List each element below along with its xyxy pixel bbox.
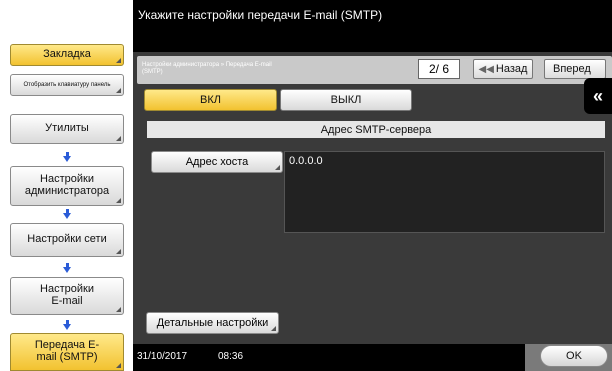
path-email-smtp-button[interactable]: Передача E-mail (SMTP): [10, 333, 124, 371]
detail-settings-label: Детальные настройки: [156, 317, 269, 329]
sidebar: Закладка Отобразить клавиатуру панель Ут…: [0, 0, 133, 371]
on-toggle-button[interactable]: ВКЛ: [144, 89, 277, 111]
down-arrow-icon: [63, 152, 71, 162]
path-network-settings-button[interactable]: Настройки сети: [10, 223, 124, 257]
on-label: ВКЛ: [200, 94, 221, 106]
show-keypad-label: Отобразить клавиатуру панель: [23, 81, 111, 88]
back-button[interactable]: ◀◀ Назад: [473, 59, 533, 79]
smtp-server-section-title: Адрес SMTP-сервера: [147, 121, 605, 138]
detail-settings-button[interactable]: Детальные настройки: [146, 312, 279, 334]
bookmark-label: Закладка: [43, 48, 91, 61]
path-network-settings-label: Настройки сети: [27, 233, 107, 246]
host-address-display: [284, 151, 605, 233]
down-arrow-icon: [63, 320, 71, 330]
down-arrow-icon: [63, 209, 71, 219]
path-email-smtp-label: Передача E-mail (SMTP): [34, 339, 100, 363]
down-arrow-icon: [63, 263, 71, 273]
host-address-button[interactable]: Адрес хоста: [151, 151, 283, 173]
breadcrumb: Настройки администратора » Передача E-ma…: [142, 62, 272, 75]
forward-button[interactable]: Вперед: [544, 59, 606, 79]
status-time: 08:36: [218, 351, 244, 362]
off-label: ВЫКЛ: [330, 94, 362, 106]
page-indicator: 2/ 6: [418, 59, 460, 79]
page-title: Укажите настройки передачи E-mail (SMTP): [138, 8, 383, 22]
off-toggle-button[interactable]: ВЫКЛ: [280, 89, 412, 111]
path-email-settings-label: Настройки E-mail: [40, 283, 94, 307]
path-admin-settings-label: Настройки администратора: [24, 173, 110, 197]
path-utilities-button[interactable]: Утилиты: [10, 114, 124, 144]
forward-label: Вперед: [553, 63, 591, 75]
bookmark-button[interactable]: Закладка: [10, 44, 124, 66]
show-keypad-button[interactable]: Отобразить клавиатуру панель: [10, 74, 124, 96]
status-date: 31/10/2017: [137, 351, 188, 362]
path-utilities-label: Утилиты: [45, 122, 89, 135]
ok-label: OK: [566, 350, 582, 362]
host-address-value: 0.0.0.0: [289, 155, 323, 167]
path-admin-settings-button[interactable]: Настройки администратора: [10, 166, 124, 206]
path-email-settings-button[interactable]: Настройки E-mail: [10, 277, 124, 315]
back-label: Назад: [495, 63, 528, 75]
host-address-label: Адрес хоста: [185, 156, 249, 168]
back-icon: ◀◀: [478, 63, 494, 75]
double-chevron-left-icon[interactable]: «: [584, 78, 612, 114]
ok-button[interactable]: OK: [540, 345, 608, 367]
